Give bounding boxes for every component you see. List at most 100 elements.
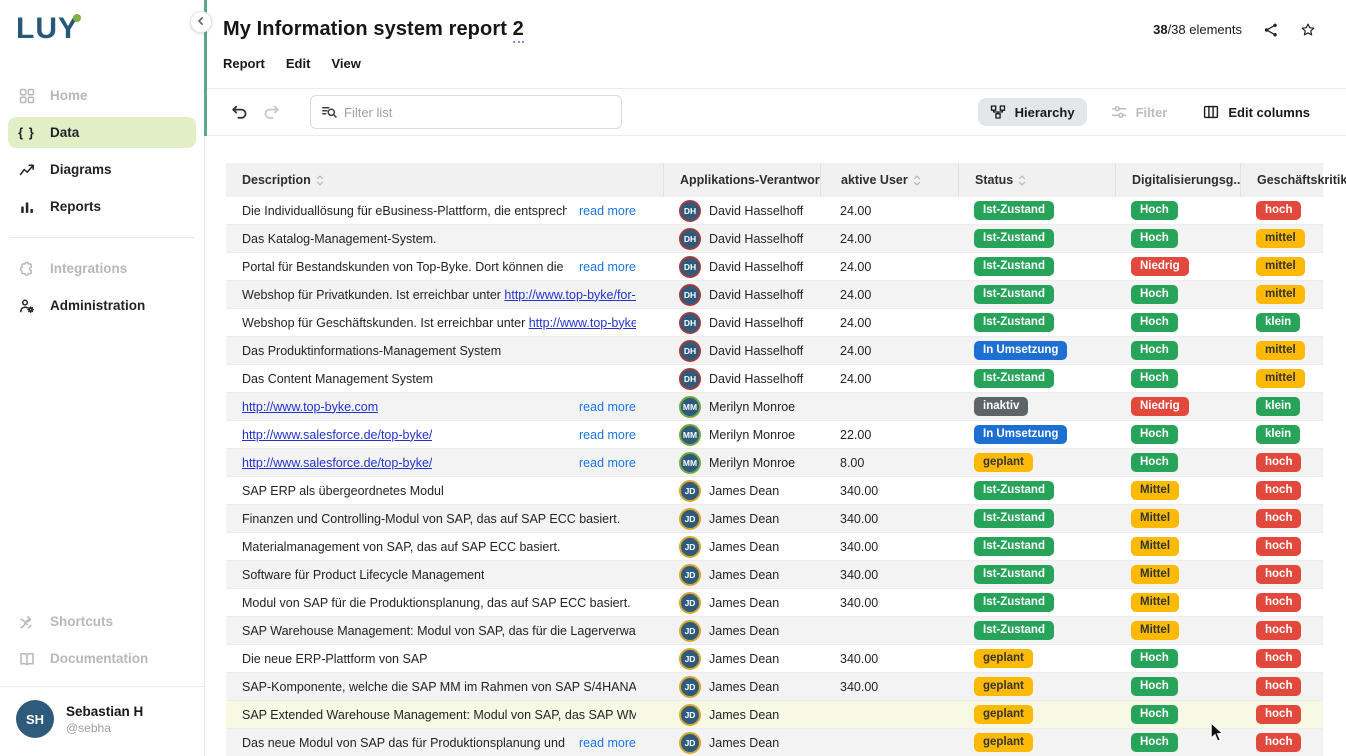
column-header-digitalisierungsgrad[interactable]: Digitalisierungsg... — [1115, 163, 1240, 197]
owner-cell: DHDavid Hasselhoff — [663, 197, 820, 224]
sidebar-item-reports[interactable]: Reports — [8, 191, 196, 222]
table-row[interactable]: SAP-Komponente, welche die SAP MM im Rah… — [226, 673, 1323, 701]
table-row[interactable]: Modul von SAP für die Produktionsplanung… — [226, 589, 1323, 617]
description-text: SAP-Komponente, welche die SAP MM im Rah… — [242, 680, 636, 694]
menu-report[interactable]: Report — [223, 56, 265, 71]
description-text: Materialmanagement von SAP, das auf SAP … — [242, 540, 560, 554]
description-link[interactable]: http://www.salesforce.de/top-byke/ — [242, 428, 432, 442]
status-badge-cell: Ist-Zustand — [958, 617, 1115, 644]
description-cell: SAP-Komponente, welche die SAP MM im Rah… — [226, 673, 663, 700]
sidebar-collapse-button[interactable] — [190, 11, 212, 33]
description-text: SAP Warehouse Management: Modul von SAP,… — [242, 624, 636, 638]
owner-cell: DH David Hasselhoff — [663, 309, 820, 336]
table-row[interactable]: Software für Product Lifecycle Managemen… — [226, 561, 1323, 589]
status-badge-cell: Ist-Zustand — [958, 253, 1115, 280]
column-label: aktive User — [841, 173, 908, 187]
report-table: DescriptionApplikations-Verantwort... akt… — [226, 163, 1323, 756]
kritikalitaet-badge: klein — [1256, 397, 1300, 416]
luy-logo[interactable]: LUY — [16, 12, 79, 46]
description-link[interactable]: http://www.top-byke/for-you/ — [504, 288, 636, 302]
table-row[interactable]: Das Katalog-Management-System.DHDavid Ha… — [226, 225, 1323, 253]
table-row[interactable]: Portal für Bestandskunden von Top-Byke. … — [226, 253, 1323, 281]
avatar: DH — [679, 368, 701, 390]
table-body: Die Individuallösung für eBusiness-Platt… — [226, 197, 1323, 756]
owner-cell: DHDavid Hasselhoff — [663, 225, 820, 252]
undo-icon[interactable] — [230, 104, 249, 121]
avatar: DH — [679, 312, 701, 334]
table-row[interactable]: Webshop für Geschäftskunden. Ist erreich… — [226, 309, 1323, 337]
kritikalitaet-badge-cell: hoch — [1240, 673, 1323, 700]
sidebar-item-data[interactable]: { }Data — [8, 117, 196, 148]
filter-list-input[interactable] — [344, 105, 611, 120]
table-row[interactable]: SAP ERP als übergeordnetes ModulJDJames … — [226, 477, 1323, 505]
table-row[interactable]: Webshop für Privatkunden. Ist erreichbar… — [226, 281, 1323, 309]
digitalisierung-badge: Hoch — [1131, 649, 1178, 668]
column-header-aktive-user[interactable]: aktive User — [820, 163, 958, 197]
owner-cell: JDJames Dean — [663, 645, 820, 672]
digitalisierung-badge-cell: Mittel — [1115, 533, 1240, 560]
filter-button[interactable]: Filter — [1099, 98, 1180, 126]
digitalisierung-badge-cell: Hoch — [1115, 701, 1240, 728]
table-row[interactable]: SAP Extended Warehouse Management: Modul… — [226, 701, 1323, 729]
share-icon[interactable] — [1263, 22, 1279, 38]
read-more-link[interactable]: read more — [579, 260, 636, 274]
status-badge-cell: geplant — [958, 729, 1115, 756]
sidebar-item-diagrams[interactable]: Diagrams — [8, 154, 196, 185]
user-profile[interactable]: SH Sebastian H @sebha — [0, 687, 204, 756]
table-row[interactable]: Finanzen und Controlling-Modul von SAP, … — [226, 505, 1323, 533]
description-cell: Finanzen und Controlling-Modul von SAP, … — [226, 505, 663, 532]
kritikalitaet-badge-cell: hoch — [1240, 561, 1323, 588]
table-row[interactable]: SAP Warehouse Management: Modul von SAP,… — [226, 617, 1323, 645]
sidebar-border — [204, 136, 205, 756]
owner-name: David Hasselhoff — [709, 316, 803, 330]
status-badge-cell: geplant — [958, 673, 1115, 700]
table-row[interactable]: Die Individuallösung für eBusiness-Platt… — [226, 197, 1323, 225]
status-badge: geplant — [974, 677, 1033, 696]
digitalisierung-badge-cell: Hoch — [1115, 673, 1240, 700]
column-header-status[interactable]: Status — [958, 163, 1115, 197]
read-more-link[interactable]: read more — [579, 456, 636, 470]
description-text: Portal für Bestandskunden von Top-Byke. … — [242, 260, 567, 274]
read-more-link[interactable]: read more — [579, 204, 636, 218]
title-number[interactable]: 2 — [513, 18, 524, 43]
owner-name: James Dean — [709, 512, 779, 526]
description-link[interactable]: http://www.top-byke/business/ — [529, 316, 636, 330]
table-row[interactable]: Das Content Management SystemDHDavid Has… — [226, 365, 1323, 393]
table-row[interactable]: Materialmanagement von SAP, das auf SAP … — [226, 533, 1323, 561]
digitalisierung-badge-cell: Mittel — [1115, 589, 1240, 616]
column-header-applikations-verantwortlicher[interactable]: Applikations-Verantwort... — [663, 163, 820, 197]
sidebar-item-shortcuts: Shortcuts — [8, 606, 196, 637]
menu-view[interactable]: View — [331, 56, 360, 71]
read-more-link[interactable]: read more — [579, 400, 636, 414]
admin-icon — [18, 297, 35, 314]
kritikalitaet-badge: mittel — [1256, 257, 1305, 276]
column-header-geschaeftskritikalitaet[interactable]: Geschäftskritik — [1240, 163, 1323, 197]
read-more-link[interactable]: read more — [579, 428, 636, 442]
hierarchy-button[interactable]: Hierarchy — [978, 98, 1087, 126]
redo-icon[interactable] — [262, 104, 281, 121]
owner-cell: JDJames Dean — [663, 701, 820, 728]
status-badge: Ist-Zustand — [974, 201, 1054, 220]
description-link[interactable]: http://www.top-byke.com — [242, 400, 378, 414]
digitalisierung-badge: Hoch — [1131, 677, 1178, 696]
status-badge-cell: Ist-Zustand — [958, 197, 1115, 224]
sidebar-item-administration[interactable]: Administration — [8, 290, 196, 321]
star-icon[interactable] — [1300, 22, 1316, 38]
table-row[interactable]: Das neue Modul von SAP das für Produktio… — [226, 729, 1323, 756]
column-header-description[interactable]: Description — [226, 163, 663, 197]
table-row[interactable]: http://www.salesforce.de/top-byke/read m… — [226, 449, 1323, 477]
edit-columns-button[interactable]: Edit columns — [1191, 98, 1322, 126]
table-row[interactable]: http://www.top-byke.comread moreMMMerily… — [226, 393, 1323, 421]
table-row[interactable]: Das Produktinformations-Management Syste… — [226, 337, 1323, 365]
table-row[interactable]: Die neue ERP-Plattform von SAPJDJames De… — [226, 645, 1323, 673]
active-user-cell: 24.00 — [820, 253, 958, 280]
status-badge-cell: Ist-Zustand — [958, 477, 1115, 504]
description-cell: SAP ERP als übergeordnetes Modul — [226, 477, 663, 504]
description-link[interactable]: http://www.salesforce.de/top-byke/ — [242, 456, 432, 470]
menu-edit[interactable]: Edit — [286, 56, 311, 71]
read-more-link[interactable]: read more — [579, 736, 636, 750]
table-row[interactable]: http://www.salesforce.de/top-byke/read m… — [226, 421, 1323, 449]
digitalisierung-badge-cell: Mittel — [1115, 617, 1240, 644]
kritikalitaet-badge: hoch — [1256, 453, 1301, 472]
kritikalitaet-badge-cell: mittel — [1240, 253, 1323, 280]
